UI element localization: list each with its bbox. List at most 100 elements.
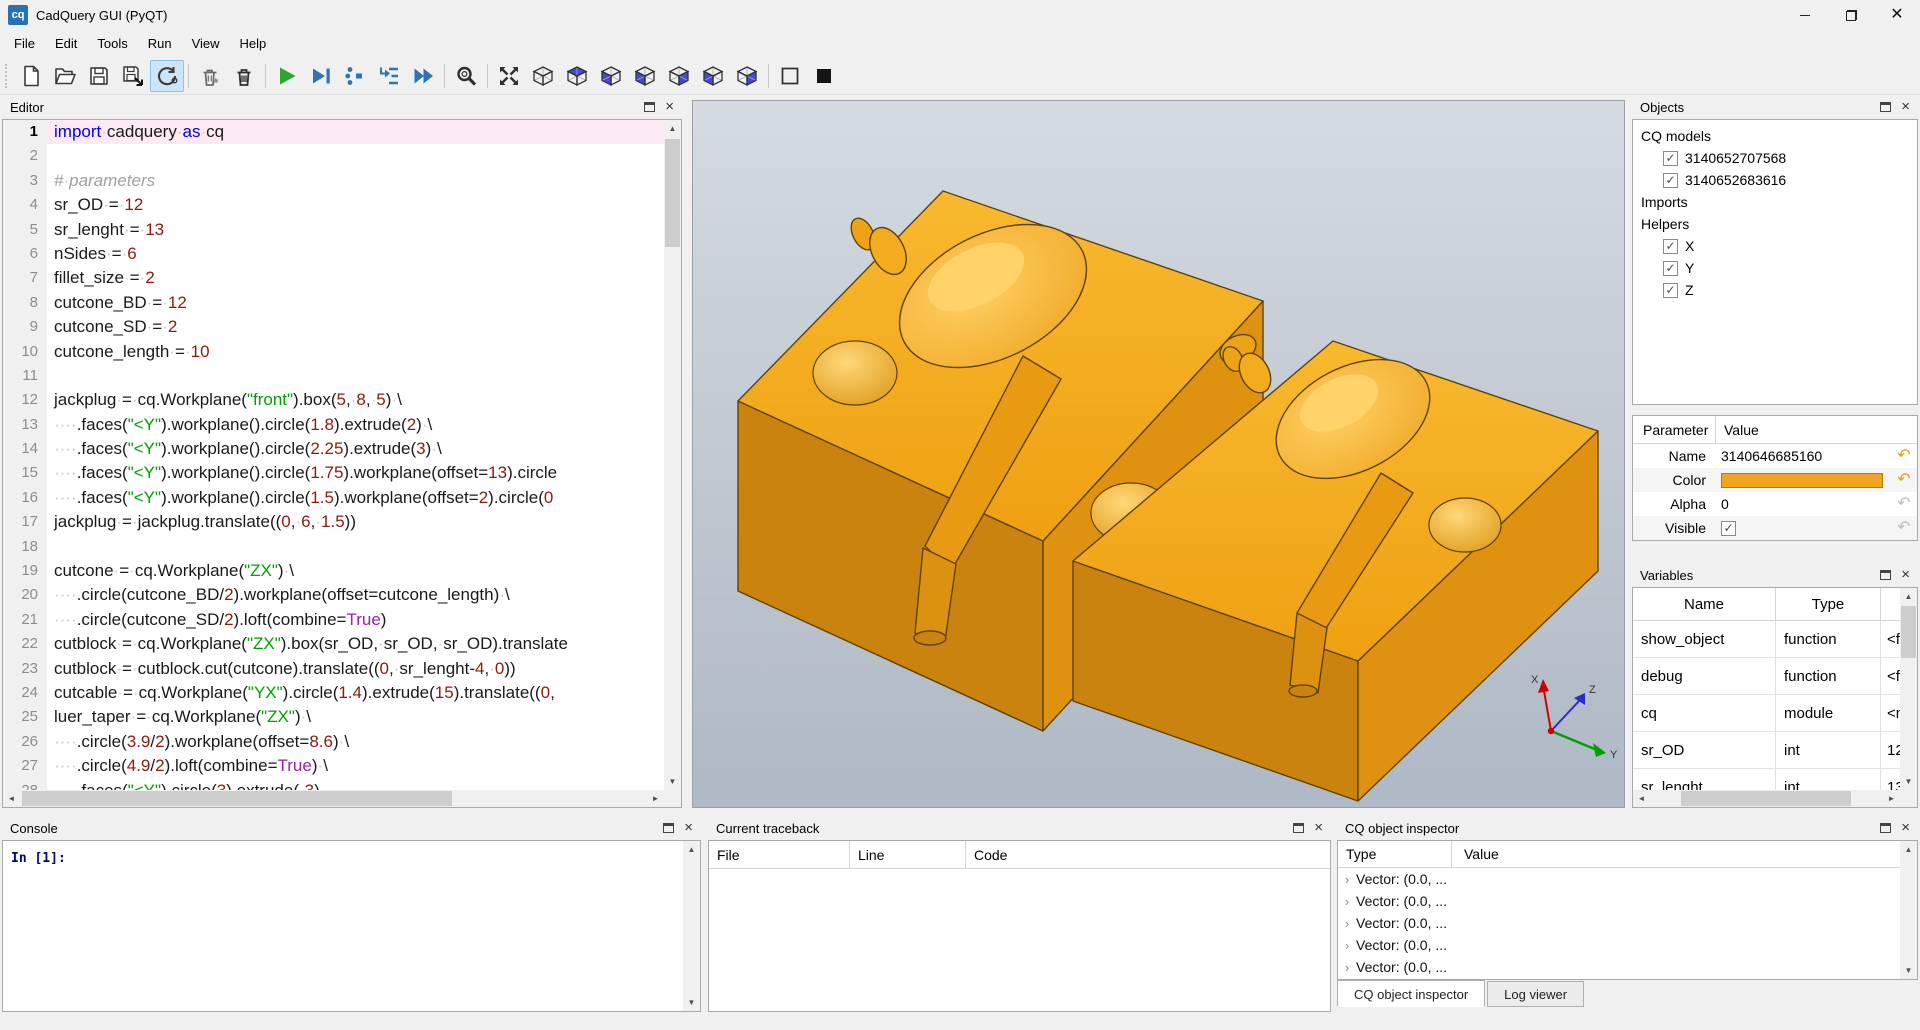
inspector-row[interactable]: ›Vector: (0.0, ... xyxy=(1338,868,1917,890)
menu-view[interactable]: View xyxy=(182,30,230,57)
code-line[interactable]: 9cutcone_SD·=·2 xyxy=(3,315,664,339)
variable-row-cq[interactable]: cqmodule<m xyxy=(1633,695,1900,732)
expand-chevron-icon[interactable]: › xyxy=(1338,916,1356,931)
code-line[interactable]: 4sr_OD·=·12 xyxy=(3,193,664,217)
inspector-close-icon[interactable]: × xyxy=(1901,822,1910,834)
tree-group-cq-models[interactable]: CQ models xyxy=(1633,125,1917,147)
console-panel[interactable]: In [1]: ▲ ▼ xyxy=(2,840,701,1012)
variables-close-icon[interactable]: × xyxy=(1901,569,1910,581)
menu-tools[interactable]: Tools xyxy=(87,30,137,57)
scroll-left-icon[interactable]: ◄ xyxy=(1633,790,1650,807)
save-button[interactable] xyxy=(82,60,116,92)
scroll-right-icon[interactable]: ► xyxy=(647,790,664,807)
editor-close-icon[interactable]: × xyxy=(665,101,674,113)
traceback-float-icon[interactable] xyxy=(1293,823,1304,833)
editor-vscrollbar[interactable]: ▲ ▼ xyxy=(664,120,681,790)
code-line[interactable]: 26····.circle(3.9/2).workplane(offset=8.… xyxy=(3,730,664,754)
expand-chevron-icon[interactable]: › xyxy=(1338,872,1356,887)
scroll-down-icon[interactable]: ▼ xyxy=(683,994,700,1011)
undo-icon[interactable]: ↶ xyxy=(1891,495,1917,513)
console-float-icon[interactable] xyxy=(663,823,674,833)
undo-icon[interactable]: ↶ xyxy=(1891,471,1917,489)
property-row-color[interactable]: Color↶ xyxy=(1633,468,1917,492)
delete-all-button[interactable] xyxy=(227,60,261,92)
scroll-up-icon[interactable]: ▲ xyxy=(1900,841,1917,858)
minimize-button[interactable] xyxy=(1782,0,1828,30)
objects-float-icon[interactable] xyxy=(1880,102,1891,112)
view-front-button[interactable] xyxy=(628,60,662,92)
checkbox[interactable]: ✓ xyxy=(1663,283,1678,298)
restore-button[interactable] xyxy=(1828,0,1874,30)
console-close-icon[interactable]: × xyxy=(684,822,693,834)
tree-group-helpers[interactable]: Helpers xyxy=(1633,213,1917,235)
toolbar-grip[interactable] xyxy=(5,64,9,88)
objects-close-icon[interactable]: × xyxy=(1901,101,1910,113)
tree-item-3140652683616[interactable]: ✓3140652683616 xyxy=(1633,169,1917,191)
save-as-button[interactable] xyxy=(116,60,150,92)
code-line[interactable]: 22cutblock·=·cq.Workplane("ZX").box(sr_O… xyxy=(3,632,664,656)
undo-icon[interactable]: ↶ xyxy=(1891,519,1917,537)
menu-file[interactable]: File xyxy=(4,30,45,57)
editor-float-icon[interactable] xyxy=(644,102,655,112)
code-line[interactable]: 13····.faces("<Y").workplane().circle(1.… xyxy=(3,413,664,437)
code-line[interactable]: 1import·cadquery·as·cq xyxy=(3,120,664,144)
code-line[interactable]: 28····.faces("<Y").circle(3).extrude(-3) xyxy=(3,779,664,790)
expand-chevron-icon[interactable]: › xyxy=(1338,938,1356,953)
view-top-button[interactable] xyxy=(560,60,594,92)
color-swatch[interactable] xyxy=(1721,473,1883,488)
code-line[interactable]: 14····.faces("<Y").workplane().circle(2.… xyxy=(3,437,664,461)
checkbox[interactable]: ✓ xyxy=(1663,261,1678,276)
expand-chevron-icon[interactable]: › xyxy=(1338,960,1356,975)
scroll-down-icon[interactable]: ▼ xyxy=(1900,773,1917,790)
view-left-button[interactable] xyxy=(696,60,730,92)
view-back-button[interactable] xyxy=(662,60,696,92)
editor-hscrollbar[interactable]: ◄ ► xyxy=(3,790,664,807)
variable-row-sr_OD[interactable]: sr_ODint12 xyxy=(1633,732,1900,769)
inspect-button[interactable] xyxy=(449,60,483,92)
code-line[interactable]: 17jackplug·=·jackplug.translate((0,·6,·1… xyxy=(3,510,664,534)
variable-row-show_object[interactable]: show_objectfunction<f xyxy=(1633,621,1900,658)
variables-vscroll-thumb[interactable] xyxy=(1901,606,1916,658)
new-file-button[interactable] xyxy=(14,60,48,92)
tree-item-y[interactable]: ✓Y xyxy=(1633,257,1917,279)
scroll-left-icon[interactable]: ◄ xyxy=(3,790,20,807)
variables-hscrollbar[interactable]: ◄ ► xyxy=(1633,790,1900,807)
checkbox[interactable]: ✓ xyxy=(1663,173,1678,188)
code-line[interactable]: 11 xyxy=(3,364,664,388)
editor-hscroll-thumb[interactable] xyxy=(22,791,452,806)
editor-vscroll-thumb[interactable] xyxy=(665,139,680,247)
step-button[interactable] xyxy=(338,60,372,92)
view-shaded-button[interactable] xyxy=(807,60,841,92)
delete-objects-button[interactable] xyxy=(193,60,227,92)
visible-checkbox[interactable]: ✓ xyxy=(1721,521,1736,536)
code-line[interactable]: 25luer_taper·=·cq.Workplane("ZX")·\ xyxy=(3,705,664,729)
view-iso-button[interactable] xyxy=(526,60,560,92)
scroll-down-icon[interactable]: ▼ xyxy=(664,773,681,790)
checkbox[interactable]: ✓ xyxy=(1663,151,1678,166)
inspector-vscrollbar[interactable]: ▲ ▼ xyxy=(1900,841,1917,979)
view-bottom-button[interactable] xyxy=(594,60,628,92)
undo-icon[interactable]: ↶ xyxy=(1891,447,1917,465)
menu-edit[interactable]: Edit xyxy=(45,30,87,57)
expand-chevron-icon[interactable]: › xyxy=(1338,894,1356,909)
fit-view-button[interactable] xyxy=(492,60,526,92)
traceback-close-icon[interactable]: × xyxy=(1314,822,1323,834)
code-line[interactable]: 19cutcone·=·cq.Workplane("ZX")·\ xyxy=(3,559,664,583)
code-line[interactable]: 23cutblock·=·cutblock.cut(cutcone).trans… xyxy=(3,657,664,681)
tab-log-viewer[interactable]: Log viewer xyxy=(1487,981,1584,1007)
code-line[interactable]: 16····.faces("<Y").workplane().circle(1.… xyxy=(3,486,664,510)
inspector-row[interactable]: ›Vector: (0.0, ... xyxy=(1338,890,1917,912)
code-line[interactable]: 20····.circle(cutcone_BD/2).workplane(of… xyxy=(3,583,664,607)
scroll-down-icon[interactable]: ▼ xyxy=(1900,962,1917,979)
inspector-float-icon[interactable] xyxy=(1880,823,1891,833)
code-line[interactable]: 3#·parameters xyxy=(3,169,664,193)
menu-run[interactable]: Run xyxy=(138,30,182,57)
menu-help[interactable]: Help xyxy=(230,30,277,57)
debug-button[interactable] xyxy=(304,60,338,92)
3d-viewport[interactable]: X Z Y xyxy=(692,100,1625,808)
variables-hscroll-thumb[interactable] xyxy=(1681,791,1851,806)
code-line[interactable]: 10cutcone_length·=·10 xyxy=(3,340,664,364)
scroll-up-icon[interactable]: ▲ xyxy=(683,841,700,858)
tree-group-imports[interactable]: Imports xyxy=(1633,191,1917,213)
step-in-button[interactable] xyxy=(372,60,406,92)
